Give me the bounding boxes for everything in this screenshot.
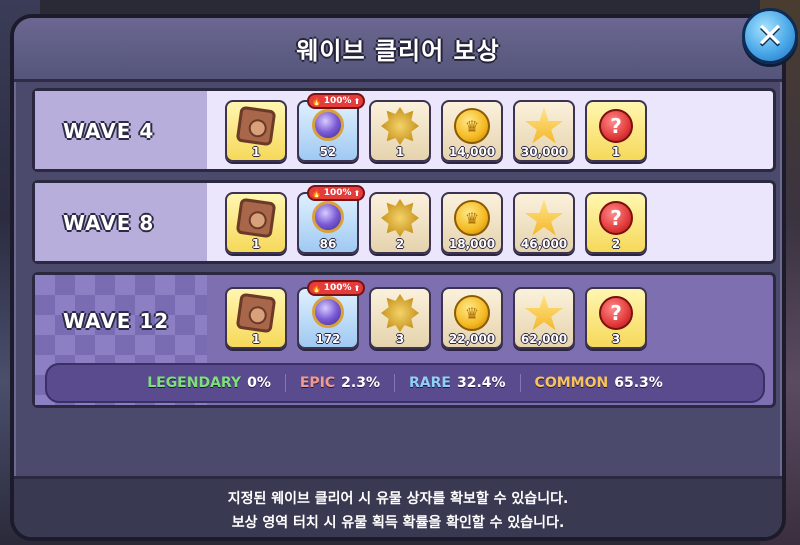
bronze-medal-icon — [235, 105, 277, 147]
reward-slot[interactable]: ? 1 — [585, 100, 647, 162]
reward-quantity: 3 — [611, 332, 621, 346]
footer-line-2: 보상 영역 터치 시 유물 획득 확률을 확인할 수 있습니다. — [231, 515, 565, 531]
close-x-icon: ✕ — [755, 16, 785, 56]
star-crown-icon — [524, 107, 564, 144]
purple-gem-icon — [312, 201, 344, 233]
gold-coin-icon: ♛ — [454, 200, 490, 236]
reward-slot[interactable]: ♛ 22,000 — [441, 287, 503, 349]
reward-quantity: 30,000 — [520, 145, 568, 159]
reward-quantity: 62,000 — [520, 332, 568, 346]
modal-title: 웨이브 클리어 보상 — [296, 37, 500, 65]
reward-row: 1 🔥 100% ⬆ 86 2 ♛ 18,000 46,000? 2 — [225, 185, 647, 254]
reward-slot[interactable]: 🔥 100% ⬆ 86 — [297, 185, 365, 254]
wave-panel-8[interactable]: WAVE 8 1 🔥 100% ⬆ 86 2 ♛ 18,000 46,000? 2 — [32, 180, 776, 264]
divider — [394, 374, 395, 392]
reward-quantity: 3 — [395, 332, 405, 346]
reward-row: 1 🔥 100% ⬆ 172 3 ♛ 22,000 62,000? 3 — [225, 280, 647, 349]
drop-rate-text: 100% — [323, 188, 352, 198]
reward-quantity: 1 — [611, 145, 621, 159]
prob-legendary-name: LEGENDARY — [147, 375, 242, 391]
reward-slot[interactable]: 🔥 100% ⬆ 172 — [297, 280, 365, 349]
prob-rare: RARE 32.4% — [409, 375, 506, 391]
bronze-medal-icon — [235, 292, 277, 334]
close-button[interactable]: ✕ — [742, 8, 798, 64]
gold-coin-icon: ♛ — [454, 295, 490, 331]
fire-icon: 🔥 — [311, 96, 322, 106]
gold-coin-icon: ♛ — [454, 108, 490, 144]
reward-quantity: 2 — [611, 237, 621, 251]
prob-epic: EPIC 2.3% — [300, 375, 380, 391]
reward-quantity: 46,000 — [520, 237, 568, 251]
reward-quantity: 2 — [395, 237, 405, 251]
reward-row: 1 🔥 100% ⬆ 52 1 ♛ 14,000 30,000? 1 — [225, 93, 647, 162]
reward-quantity: 1 — [251, 332, 261, 346]
probability-bar: LEGENDARY 0% EPIC 2.3% RARE 32.4% COMMON… — [45, 363, 765, 403]
star-crown-icon — [524, 199, 564, 236]
prob-epic-value: 2.3% — [341, 375, 380, 391]
reward-slot[interactable]: 1 — [369, 100, 431, 162]
wave-label: WAVE 8 — [63, 211, 155, 235]
bronze-medal-icon — [235, 197, 277, 239]
reward-quantity: 18,000 — [448, 237, 496, 251]
prob-legendary: LEGENDARY 0% — [147, 375, 271, 391]
reward-slot[interactable]: 62,000 — [513, 287, 575, 349]
drop-rate-badge: 🔥 100% ⬆ — [307, 280, 365, 296]
footer-line-1: 지정된 웨이브 클리어 시 유물 상자를 확보할 수 있습니다. — [227, 491, 569, 507]
reward-quantity: 86 — [319, 237, 337, 251]
reward-quantity: 1 — [251, 237, 261, 251]
reward-slot[interactable]: 30,000 — [513, 100, 575, 162]
prob-legendary-value: 0% — [247, 375, 271, 391]
purple-gem-icon — [312, 109, 344, 141]
drop-rate-text: 100% — [323, 283, 352, 293]
reward-quantity: 52 — [319, 145, 337, 159]
reward-quantity: 14,000 — [448, 145, 496, 159]
purple-gem-icon — [312, 296, 344, 328]
reward-slot[interactable]: ? 3 — [585, 287, 647, 349]
drop-rate-text: 100% — [323, 96, 352, 106]
reward-slot[interactable]: ? 2 — [585, 192, 647, 254]
reward-slot[interactable]: 1 — [225, 287, 287, 349]
reward-slot[interactable]: 2 — [369, 192, 431, 254]
wave-label: WAVE 12 — [63, 309, 170, 333]
reward-slot[interactable]: ♛ 14,000 — [441, 100, 503, 162]
up-arrow-icon: ⬆ — [353, 283, 361, 293]
divider — [519, 374, 521, 392]
reward-slot[interactable]: ♛ 18,000 — [441, 192, 503, 254]
drop-rate-badge: 🔥 100% ⬆ — [307, 185, 365, 201]
reward-slot[interactable]: 1 — [225, 192, 287, 254]
prob-common: COMMON 65.3% — [535, 375, 663, 391]
footer-info: 지정된 웨이브 클리어 시 유물 상자를 확보할 수 있습니다. 보상 영역 터… — [14, 476, 782, 537]
wave-panel-12[interactable]: WAVE 12 1 🔥 100% ⬆ 172 3 ♛ 22,000 62,000? 3 LEGEN… — [32, 272, 776, 408]
reward-slot[interactable]: 1 — [225, 100, 287, 162]
prob-rare-value: 32.4% — [456, 375, 506, 391]
wave-label: WAVE 4 — [63, 119, 155, 143]
reward-slot[interactable]: 46,000 — [513, 192, 575, 254]
up-arrow-icon: ⬆ — [353, 96, 361, 106]
wave-reward-modal: 웨이브 클리어 보상 WAVE 4 1 🔥 100% ⬆ 52 1 ♛ 14,000 30,00… — [10, 14, 786, 541]
prob-rare-name: RARE — [409, 375, 451, 391]
reward-quantity: 172 — [315, 332, 341, 346]
fire-icon: 🔥 — [311, 283, 322, 293]
reward-slot[interactable]: 🔥 100% ⬆ 52 — [297, 93, 365, 162]
reward-quantity: 1 — [395, 145, 405, 159]
wave-panel-4[interactable]: WAVE 4 1 🔥 100% ⬆ 52 1 ♛ 14,000 30,000? 1 — [32, 88, 776, 172]
question-mark-icon: ? — [599, 296, 633, 330]
prob-common-name: COMMON — [534, 375, 609, 391]
divider — [284, 374, 286, 392]
up-arrow-icon: ⬆ — [353, 188, 361, 198]
reward-quantity: 22,000 — [448, 332, 496, 346]
drop-rate-badge: 🔥 100% ⬆ — [307, 93, 365, 109]
reward-slot[interactable]: 3 — [369, 287, 431, 349]
title-bar: 웨이브 클리어 보상 — [14, 18, 782, 82]
fire-icon: 🔥 — [311, 188, 322, 198]
question-mark-icon: ? — [599, 201, 633, 235]
prob-epic-name: EPIC — [299, 375, 336, 391]
star-crown-icon — [524, 294, 564, 331]
question-mark-icon: ? — [599, 109, 633, 143]
golden-lion-icon — [381, 294, 419, 332]
golden-lion-icon — [381, 107, 419, 145]
golden-lion-icon — [381, 199, 419, 237]
reward-quantity: 1 — [251, 145, 261, 159]
prob-common-value: 65.3% — [614, 375, 663, 391]
